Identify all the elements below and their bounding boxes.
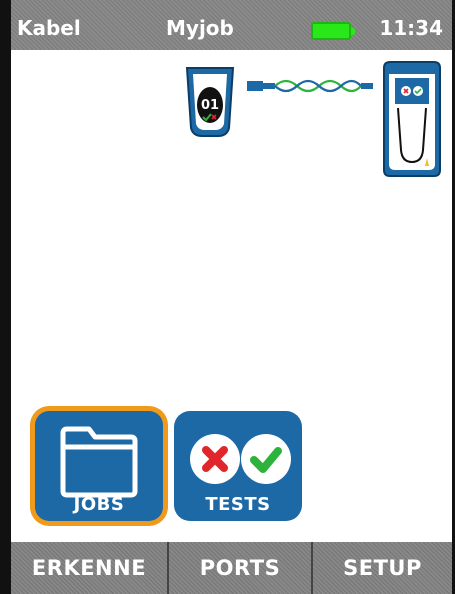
softkey-erkenne[interactable]: ERKENNE xyxy=(11,542,167,594)
twisted-pair-cable-icon xyxy=(247,79,373,93)
job-name: Myjob xyxy=(166,16,234,40)
tests-tile[interactable]: TESTS xyxy=(174,411,302,521)
connection-diagram: 01 xyxy=(185,61,441,177)
remote-id: 01 xyxy=(201,98,219,113)
remote-unit-icon: 01 xyxy=(185,67,235,137)
tester-device-icon xyxy=(383,61,441,177)
clock: 11:34 xyxy=(379,16,443,40)
battery-full-icon xyxy=(311,22,355,40)
main-area: 01 JOBS TESTS xyxy=(11,50,452,542)
mode-label: Kabel xyxy=(17,16,81,40)
jobs-tile[interactable]: JOBS xyxy=(35,411,163,521)
softkey-bar: ERKENNE PORTS SETUP xyxy=(11,542,452,594)
tile-label: TESTS xyxy=(205,494,271,515)
status-bar: Kabel Myjob 11:34 xyxy=(11,0,452,50)
softkey-ports[interactable]: PORTS xyxy=(167,542,311,594)
softkey-setup[interactable]: SETUP xyxy=(311,542,452,594)
tile-label: JOBS xyxy=(73,494,125,515)
